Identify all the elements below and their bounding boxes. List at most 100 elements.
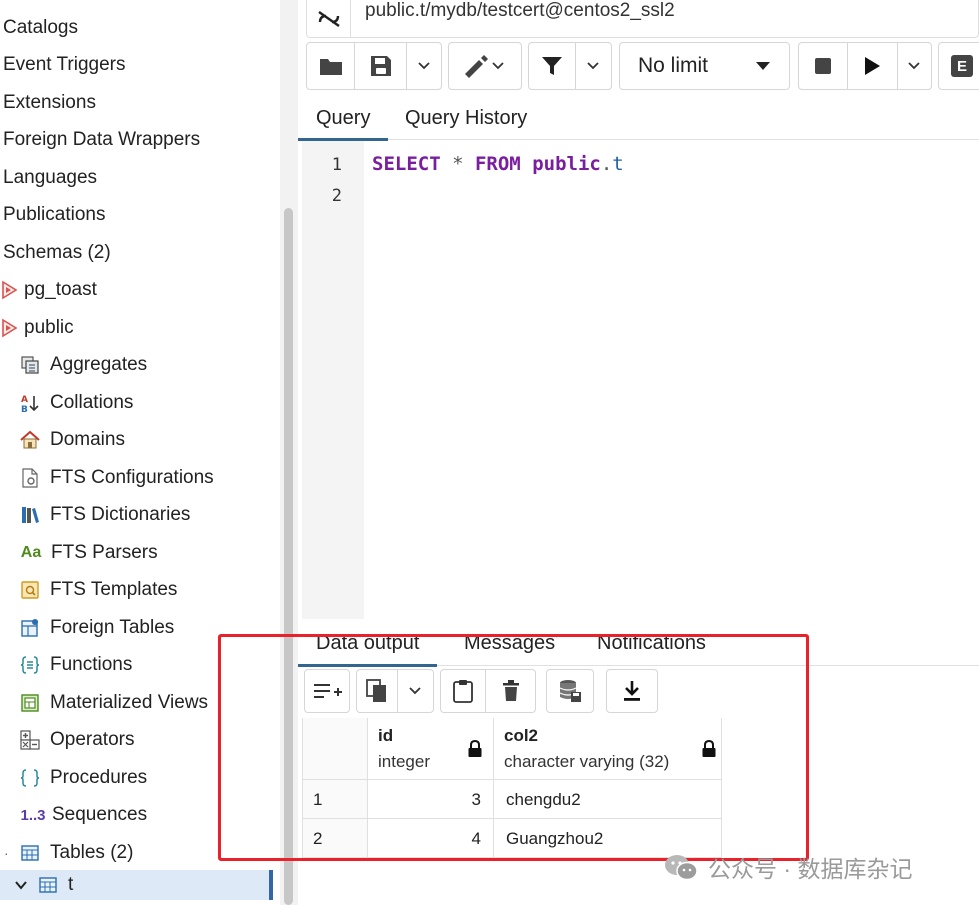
tab-query[interactable]: Query <box>298 96 389 141</box>
table-row[interactable]: 1 3 chengdu2 <box>302 780 722 819</box>
paste-delete-group <box>440 669 536 713</box>
tree-item-fts-templates[interactable]: FTS Templates <box>18 575 177 605</box>
sequences-icon: 1..3 <box>20 806 46 824</box>
save-data-button[interactable] <box>547 670 593 712</box>
cell-col2[interactable]: chengdu2 <box>494 780 722 819</box>
tree-item-materialized-views[interactable]: Materialized Views <box>18 688 208 718</box>
copy-icon <box>366 679 386 702</box>
chevron-down-icon[interactable] <box>14 878 36 892</box>
tree-item-extensions[interactable]: Extensions <box>3 88 96 118</box>
tree-item-fts-parsers[interactable]: Aa FTS Parsers <box>18 538 158 568</box>
chevron-down-icon <box>587 62 600 70</box>
tree-item-operators[interactable]: Operators <box>18 725 134 755</box>
table-row[interactable]: 2 4 Guangzhou2 <box>302 819 722 858</box>
add-row-icon <box>314 684 342 698</box>
tab-query-history[interactable]: Query History <box>387 96 545 140</box>
save-file-button[interactable] <box>355 43 407 89</box>
download-button[interactable] <box>607 670 657 712</box>
tree-item-t[interactable]: t <box>0 870 273 900</box>
row-number-cell[interactable]: 2 <box>302 819 368 858</box>
tree-item-domains[interactable]: Domains <box>18 425 125 455</box>
lock-icon <box>702 740 716 757</box>
paste-button[interactable] <box>441 670 487 712</box>
watermark: 公众号 · 数据库杂记 <box>664 850 912 884</box>
fts-configurations-icon <box>18 466 42 490</box>
sql-code-line[interactable]: SELECT * FROM public.t <box>372 153 624 175</box>
tree-item-public[interactable]: public <box>0 313 74 343</box>
line-number: 2 <box>331 186 342 206</box>
cell-id[interactable]: 4 <box>368 819 494 858</box>
tree-item-procedures[interactable]: Procedures <box>18 763 147 793</box>
connection-status-icon[interactable] <box>307 0 351 37</box>
column-header-id[interactable]: id integer <box>368 718 494 780</box>
tree-item-schemas[interactable]: Schemas (2) <box>3 238 111 268</box>
filter-options-dropdown[interactable] <box>576 43 611 89</box>
tree-item-sequences[interactable]: 1..3 Sequences <box>18 800 147 830</box>
row-number-cell[interactable]: 1 <box>302 780 368 819</box>
pencil-icon <box>465 55 504 78</box>
result-tabs: Data output Messages Notifications <box>298 620 979 667</box>
row-limit-select[interactable]: No limit <box>619 42 790 90</box>
download-group <box>606 669 658 713</box>
trash-icon <box>502 680 519 701</box>
add-row-button[interactable] <box>305 670 349 712</box>
tree-item-publications[interactable]: Publications <box>3 200 105 230</box>
tab-data-output[interactable]: Data output <box>298 620 438 667</box>
open-file-button[interactable] <box>307 43 355 89</box>
tree-item-pg-toast[interactable]: pg_toast <box>0 275 97 305</box>
column-header-col2[interactable]: col2 character varying (32) <box>494 718 722 780</box>
tree-item-foreign-data-wrappers[interactable]: Foreign Data Wrappers <box>3 125 200 155</box>
file-button-group <box>306 42 442 90</box>
explain-icon: E <box>951 55 973 77</box>
chevron-down-icon <box>418 62 430 70</box>
tree-item-aggregates[interactable]: Aggregates <box>18 350 147 380</box>
save-icon <box>370 56 391 76</box>
execute-options-dropdown[interactable] <box>898 43 931 89</box>
copy-options-dropdown[interactable] <box>398 670 433 712</box>
save-options-dropdown[interactable] <box>407 43 441 89</box>
tree-item-foreign-tables[interactable]: Foreign Tables <box>18 613 174 643</box>
play-icon <box>865 57 881 75</box>
folder-icon <box>319 59 342 75</box>
tree-item-tables[interactable]: · Tables (2) <box>4 838 133 868</box>
connection-title: public.t/mydb/testcert@centos2_ssl2 <box>365 0 675 21</box>
tables-icon <box>18 841 42 865</box>
tree-item-languages[interactable]: Languages <box>3 163 97 193</box>
tree-item-functions[interactable]: Functions <box>18 650 132 680</box>
tree-item-event-triggers[interactable]: Event Triggers <box>3 50 126 80</box>
domains-icon <box>18 428 42 452</box>
cell-id[interactable]: 3 <box>368 780 494 819</box>
fts-templates-icon <box>18 578 42 602</box>
table-icon <box>36 873 60 897</box>
stop-icon <box>815 58 832 74</box>
sql-dot: . <box>600 153 613 175</box>
aggregates-icon <box>18 353 42 377</box>
delete-row-button[interactable] <box>486 670 535 712</box>
tab-messages[interactable]: Messages <box>446 620 573 666</box>
sql-editor[interactable]: 1 2 SELECT * FROM public.t <box>302 141 979 619</box>
line-number-gutter: 1 2 <box>302 141 364 619</box>
chevron-down-icon <box>409 687 422 695</box>
row-header-corner[interactable] <box>302 718 368 780</box>
schema-icon <box>0 278 20 302</box>
grid-header-row: id integer col2 character varying (32) <box>302 718 722 780</box>
row-limit-value: No limit <box>638 54 709 77</box>
stop-query-button[interactable] <box>799 43 849 89</box>
tree-item-fts-dictionaries[interactable]: FTS Dictionaries <box>18 500 190 530</box>
connection-bar[interactable]: public.t/mydb/testcert@centos2_ssl2 <box>306 0 979 38</box>
tree-item-catalogs[interactable]: Catalogs <box>3 13 78 43</box>
edit-options-button[interactable] <box>449 43 521 89</box>
fts-parsers-icon: Aa <box>20 544 42 561</box>
query-toolbar: No limit E <box>298 42 979 92</box>
filter-icon <box>541 57 562 75</box>
tab-notifications[interactable]: Notifications <box>579 620 724 666</box>
tree-scrollbar-thumb[interactable] <box>284 208 293 905</box>
tree-item-fts-configurations[interactable]: FTS Configurations <box>18 463 214 493</box>
add-row-group <box>304 669 350 713</box>
copy-group <box>356 669 434 713</box>
tree-item-collations[interactable]: AB Collations <box>18 388 133 418</box>
explain-button[interactable]: E <box>939 43 979 89</box>
copy-button[interactable] <box>357 670 398 712</box>
filter-button[interactable] <box>529 43 576 89</box>
execute-button[interactable] <box>848 43 898 89</box>
